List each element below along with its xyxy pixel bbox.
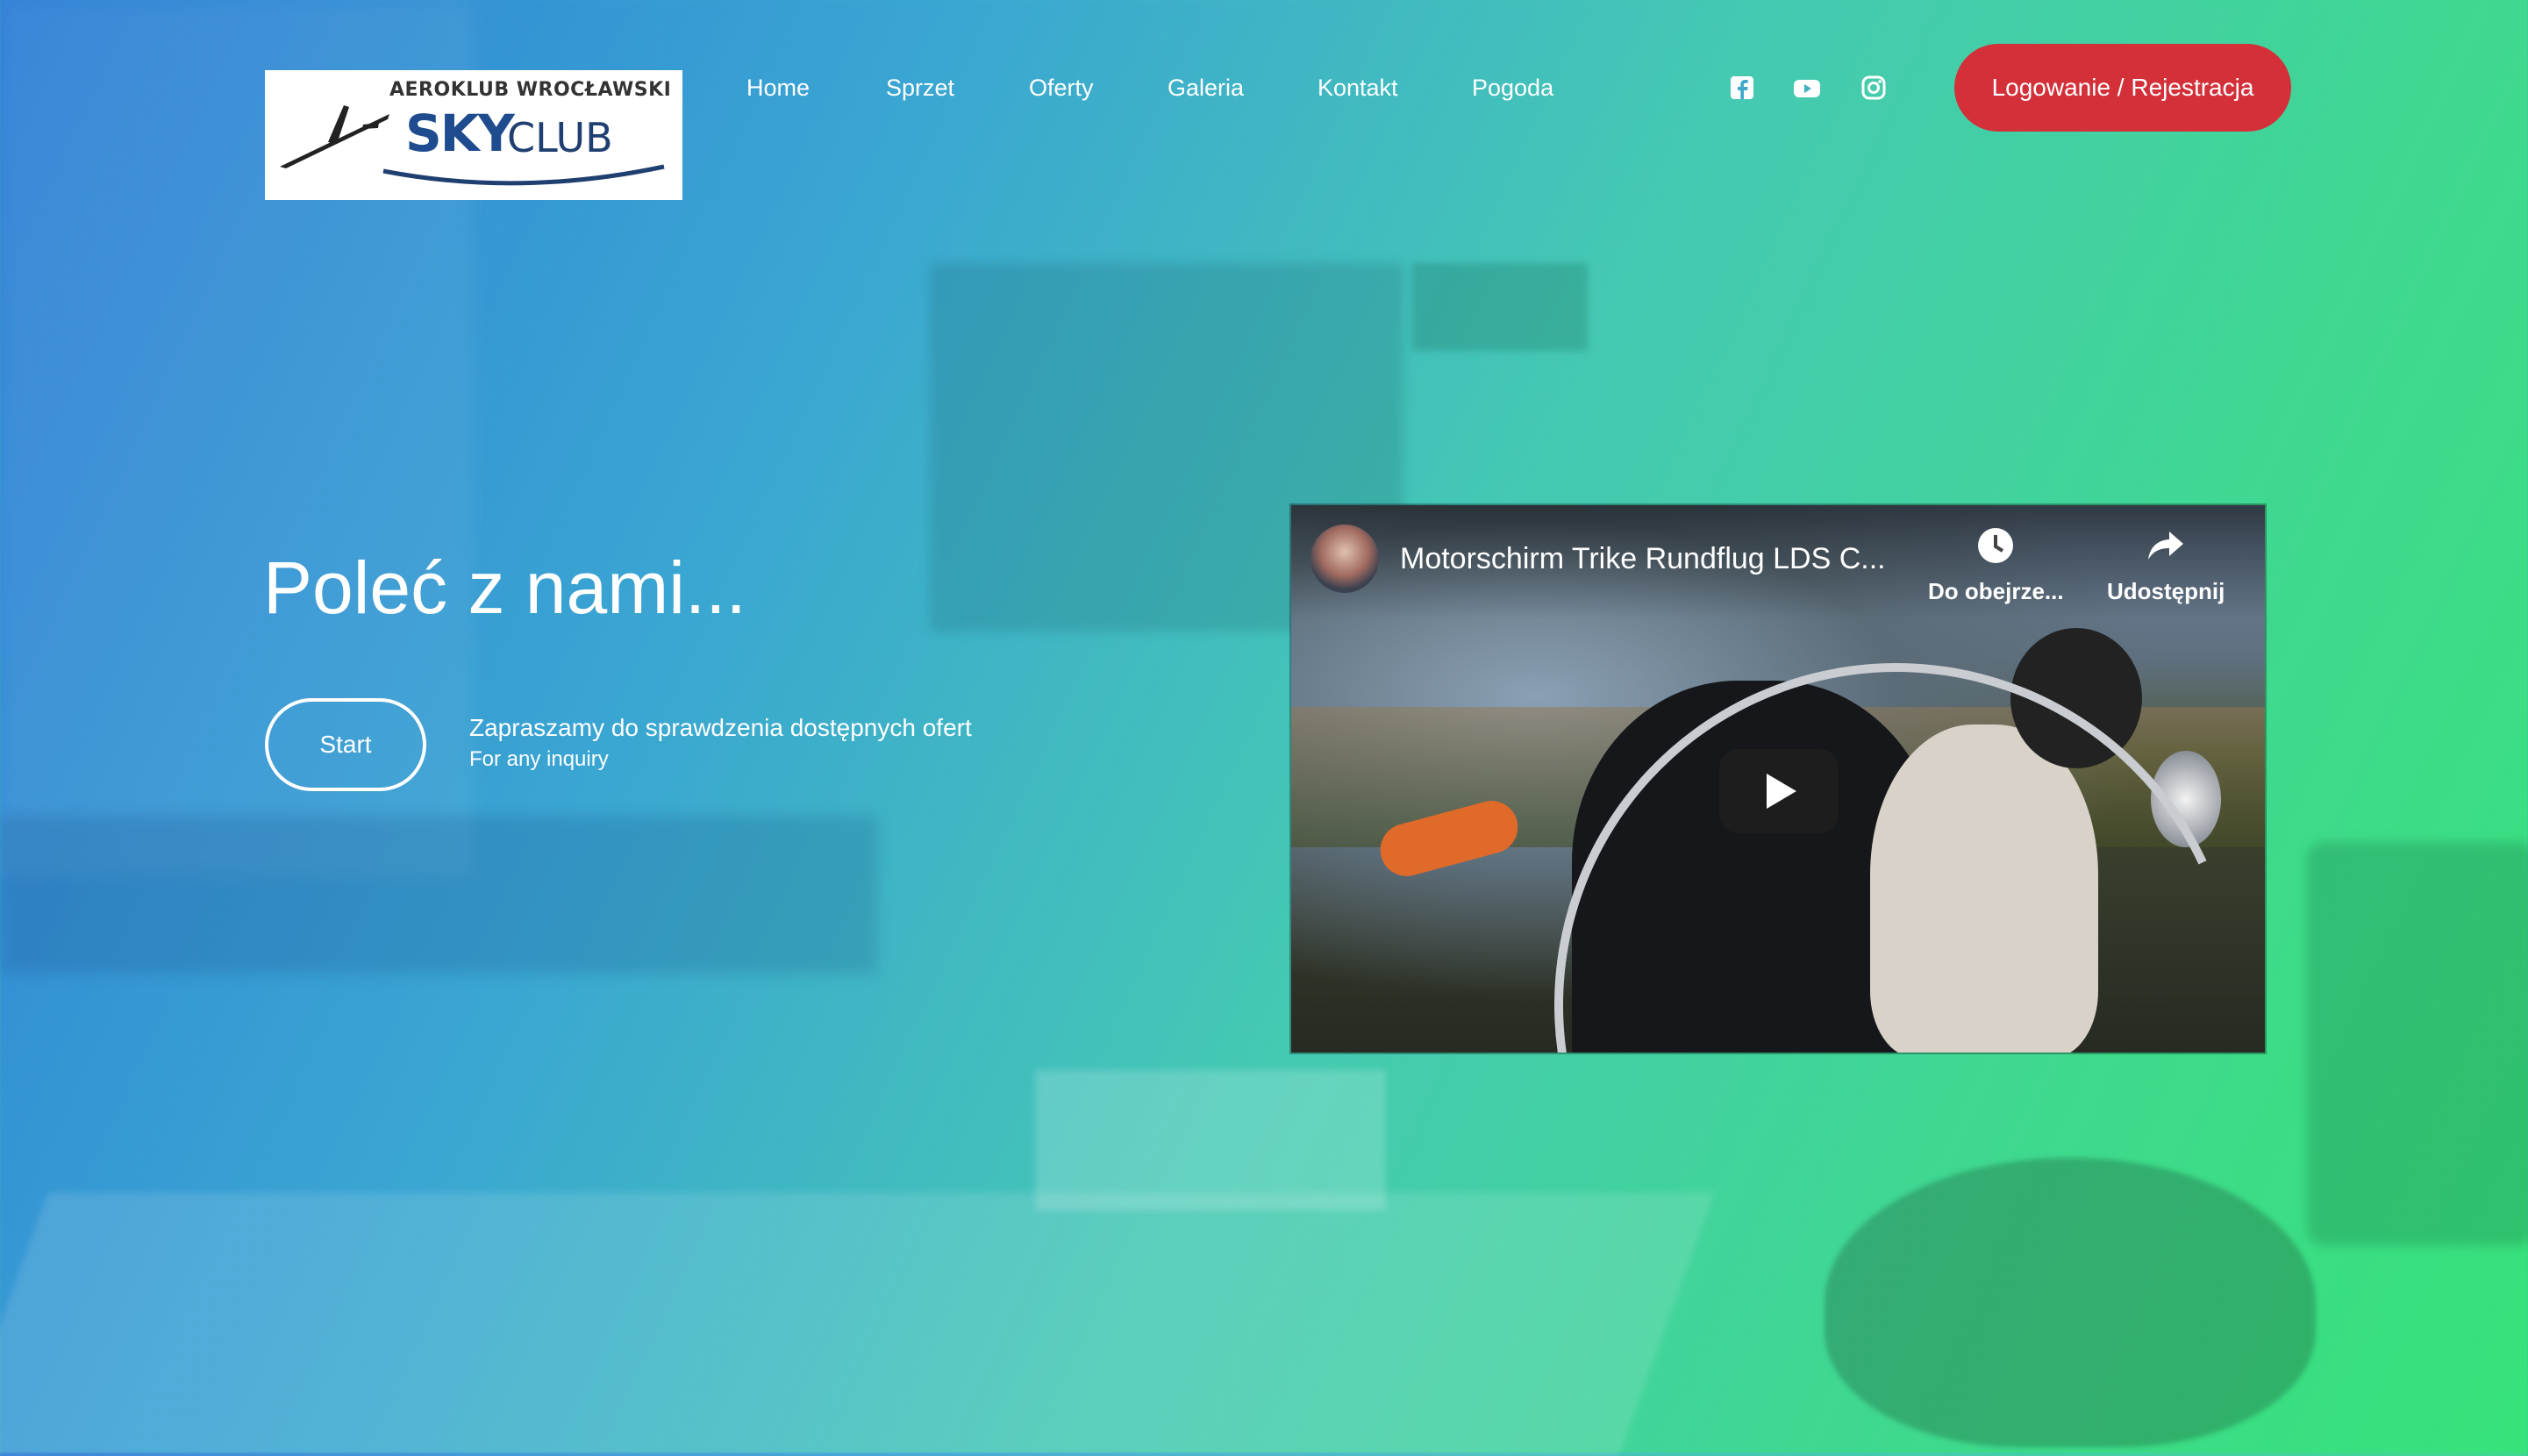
share-icon — [2148, 532, 2184, 560]
instagram-icon[interactable] — [1860, 74, 1888, 102]
nav-kontakt[interactable]: Kontakt — [1318, 70, 1398, 105]
background-mouse — [1825, 1158, 2316, 1447]
share-button[interactable]: Udostępnij — [2107, 525, 2224, 605]
nav-home[interactable]: Home — [746, 70, 810, 105]
youtube-icon[interactable] — [1793, 74, 1821, 102]
facebook-icon[interactable] — [1728, 74, 1756, 102]
background-card — [1412, 263, 1588, 351]
nav-pogoda[interactable]: Pogoda — [1472, 70, 1553, 105]
site-logo[interactable]: AEROKLUB WROCŁAWSKI SKY CLUB — [265, 70, 682, 200]
video-player[interactable]: Motorschirm Trike Rundflug LDS C... Do o… — [1289, 503, 2267, 1054]
logo-club-name: AEROKLUB WROCŁAWSKI — [389, 79, 672, 101]
logo-sky: SKY — [405, 103, 515, 163]
clock-icon — [1978, 528, 2014, 563]
start-button[interactable]: Start — [265, 698, 426, 791]
watch-later-label: Do obejrze... — [1928, 578, 2064, 604]
background-mug — [2307, 842, 2528, 1245]
background-keyboard — [0, 1193, 1715, 1456]
watch-later-button[interactable]: Do obejrze... — [1928, 525, 2064, 605]
hero-description-main: Zapraszamy do sprawdzenia dostępnych ofe… — [469, 714, 972, 741]
channel-avatar[interactable] — [1310, 525, 1379, 593]
video-title[interactable]: Motorschirm Trike Rundflug LDS C... — [1400, 542, 1886, 576]
nav-galeria[interactable]: Galeria — [1168, 70, 1244, 105]
hero-description: Zapraszamy do sprawdzenia dostępnych ofe… — [469, 714, 972, 772]
share-label: Udostępnij — [2107, 578, 2225, 604]
background-box — [1035, 1070, 1386, 1210]
play-button[interactable] — [1719, 749, 1839, 833]
nav-oferty[interactable]: Oferty — [1029, 70, 1094, 105]
hero-description-sub: For any inquiry — [469, 747, 609, 771]
nav-sprzet[interactable]: Sprzet — [886, 70, 954, 105]
logo-swoosh — [382, 164, 665, 186]
hero-title: Poleć z nami... — [263, 546, 746, 629]
logo-club: CLUB — [507, 114, 613, 161]
background-pad — [0, 816, 877, 974]
login-register-button[interactable]: Logowanie / Rejestracja — [1954, 44, 2291, 132]
